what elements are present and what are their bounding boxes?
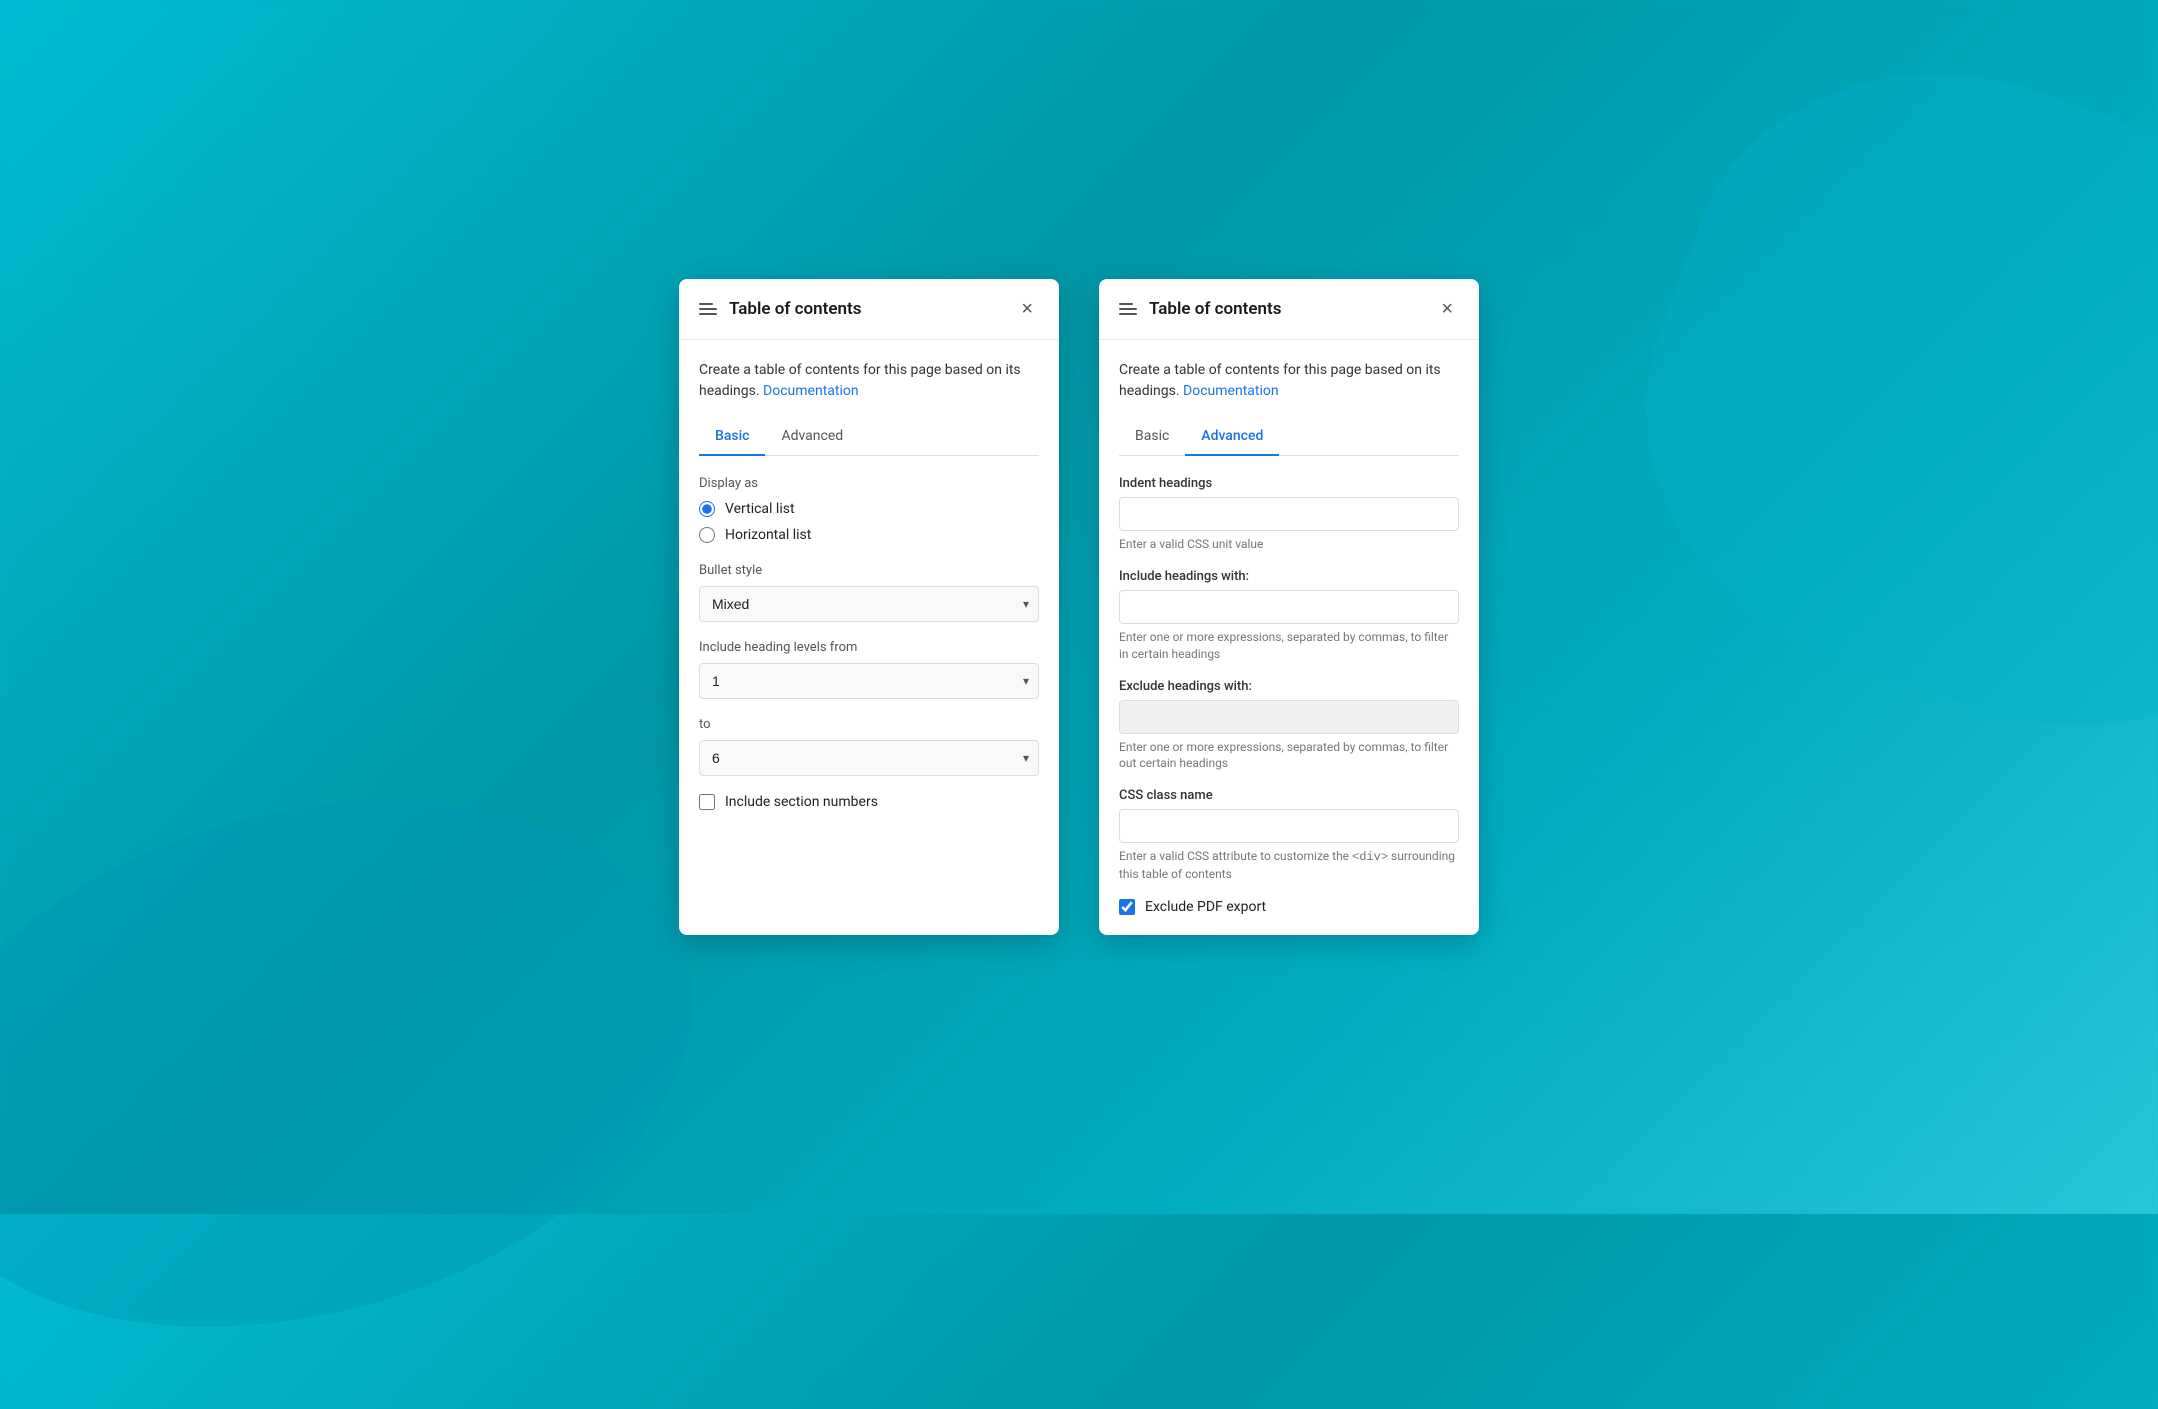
adv-tab-basic[interactable]: Basic <box>1119 420 1185 456</box>
dialog-basic-header: Table of contents × <box>679 279 1059 340</box>
indent-headings-group: Indent headings Enter a valid CSS unit v… <box>1119 476 1459 553</box>
heading-from-select[interactable]: 1 2 3 4 5 6 <box>699 663 1039 699</box>
heading-to-select-wrapper: 1 2 3 4 5 6 ▾ <box>699 740 1039 776</box>
dialog-basic: Table of contents × Create a table of co… <box>679 279 1059 935</box>
dialog-basic-doc-link[interactable]: Documentation <box>763 383 859 399</box>
radio-horizontal-list[interactable]: Horizontal list <box>699 527 1039 543</box>
dialog-advanced-tabs: Basic Advanced <box>1119 420 1459 456</box>
heading-levels-label: Include heading levels from <box>699 640 1039 655</box>
dialog-basic-close-button[interactable]: × <box>1015 297 1039 321</box>
dialog-adv-header-left: Table of contents <box>1119 299 1281 319</box>
exclude-pdf-row: Exclude PDF export <box>1119 899 1459 915</box>
include-section-numbers-checkbox[interactable] <box>699 794 715 810</box>
radio-horizontal-input[interactable] <box>699 527 715 543</box>
css-class-name-hint: Enter a valid CSS attribute to customize… <box>1119 848 1459 883</box>
include-headings-with-hint: Enter one or more expressions, separated… <box>1119 629 1459 663</box>
include-section-numbers-label: Include section numbers <box>725 794 878 810</box>
include-headings-with-input[interactable] <box>1119 590 1459 624</box>
include-headings-with-group: Include headings with: Enter one or more… <box>1119 569 1459 663</box>
include-headings-with-label: Include headings with: <box>1119 569 1459 584</box>
css-class-name-input[interactable] <box>1119 809 1459 843</box>
css-class-name-label: CSS class name <box>1119 788 1459 803</box>
exclude-pdf-checkbox[interactable] <box>1119 899 1135 915</box>
include-section-numbers-item[interactable]: Include section numbers <box>699 794 1039 810</box>
adv-menu-icon[interactable] <box>1119 303 1137 315</box>
heading-from-group: Include heading levels from 1 2 3 4 5 6 … <box>699 640 1039 699</box>
menu-icon[interactable] <box>699 303 717 315</box>
exclude-pdf-label: Exclude PDF export <box>1145 899 1266 915</box>
dialog-advanced-description: Create a table of contents for this page… <box>1119 360 1459 402</box>
dialog-advanced: Table of contents × Create a table of co… <box>1099 279 1479 935</box>
dialogs-container: Table of contents × Create a table of co… <box>679 279 1479 935</box>
display-as-radio-group: Vertical list Horizontal list <box>699 501 1039 543</box>
dialog-basic-description: Create a table of contents for this page… <box>699 360 1039 402</box>
bullet-style-group: Bullet style Mixed Bullets Numbers None … <box>699 563 1039 622</box>
heading-to-group: to 1 2 3 4 5 6 ▾ <box>699 717 1039 776</box>
dialog-advanced-title: Table of contents <box>1149 299 1281 319</box>
exclude-headings-with-hint: Enter one or more expressions, separated… <box>1119 739 1459 773</box>
dialog-advanced-body: Create a table of contents for this page… <box>1099 340 1479 935</box>
bullet-style-select-wrapper: Mixed Bullets Numbers None ▾ <box>699 586 1039 622</box>
radio-horizontal-label: Horizontal list <box>725 527 811 543</box>
dialog-basic-body: Create a table of contents for this page… <box>679 340 1059 830</box>
tab-advanced[interactable]: Advanced <box>765 420 859 456</box>
indent-headings-input[interactable] <box>1119 497 1459 531</box>
display-as-label: Display as <box>699 476 1039 491</box>
tab-basic[interactable]: Basic <box>699 420 765 456</box>
heading-to-select[interactable]: 1 2 3 4 5 6 <box>699 740 1039 776</box>
css-class-name-group: CSS class name Enter a valid CSS attribu… <box>1119 788 1459 883</box>
exclude-headings-with-input[interactable] <box>1119 700 1459 734</box>
radio-vertical-label: Vertical list <box>725 501 795 517</box>
radio-vertical-input[interactable] <box>699 501 715 517</box>
bullet-style-label: Bullet style <box>699 563 1039 578</box>
dialog-advanced-header: Table of contents × <box>1099 279 1479 340</box>
indent-headings-label: Indent headings <box>1119 476 1459 491</box>
dialog-basic-title: Table of contents <box>729 299 861 319</box>
indent-headings-hint: Enter a valid CSS unit value <box>1119 536 1459 553</box>
to-label: to <box>699 717 1039 732</box>
dialog-basic-tabs: Basic Advanced <box>699 420 1039 456</box>
bullet-style-select[interactable]: Mixed Bullets Numbers None <box>699 586 1039 622</box>
adv-tab-advanced[interactable]: Advanced <box>1185 420 1279 456</box>
exclude-headings-with-label: Exclude headings with: <box>1119 679 1459 694</box>
dialog-advanced-close-button[interactable]: × <box>1435 297 1459 321</box>
dialog-header-left: Table of contents <box>699 299 861 319</box>
radio-vertical-list[interactable]: Vertical list <box>699 501 1039 517</box>
dialog-advanced-doc-link[interactable]: Documentation <box>1183 383 1279 399</box>
heading-from-select-wrapper: 1 2 3 4 5 6 ▾ <box>699 663 1039 699</box>
exclude-headings-with-group: Exclude headings with: Enter one or more… <box>1119 679 1459 773</box>
